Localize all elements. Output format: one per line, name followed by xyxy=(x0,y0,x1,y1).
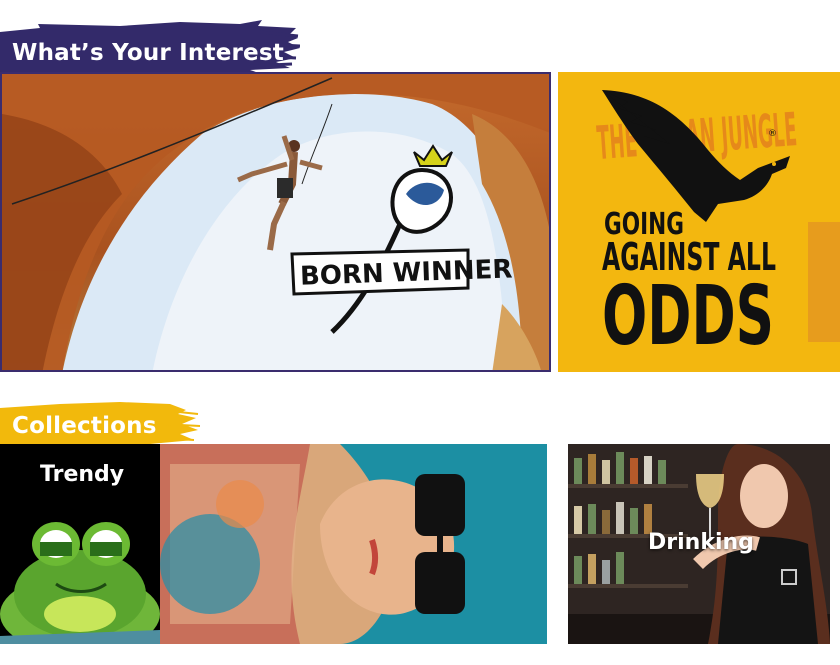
section-title-text: What’s Your Interest xyxy=(12,40,284,66)
drinking-label: Drinking xyxy=(648,530,754,555)
interest-card-born-winner[interactable]: BORN WINNER xyxy=(0,72,551,372)
section-title-interest: What’s Your Interest xyxy=(0,18,312,74)
section-title-text: Collections xyxy=(12,413,157,439)
collection-card-drinking[interactable]: Drinking xyxy=(568,444,830,644)
interest-card-odds[interactable]: THE URBAN JUNGLE ® GOING AGAINST ALL ODD… xyxy=(558,72,840,372)
collection-card-trendy[interactable]: Trendy xyxy=(0,444,547,644)
odds-poster: THE URBAN JUNGLE ® GOING AGAINST ALL ODD… xyxy=(558,72,840,372)
section-title-collections: Collections xyxy=(0,400,212,446)
trendy-label: Trendy xyxy=(40,462,125,487)
poster-line-3: ODDS xyxy=(602,269,774,364)
registered-mark: ® xyxy=(768,129,777,139)
climber-photo: BORN WINNER xyxy=(2,74,549,370)
